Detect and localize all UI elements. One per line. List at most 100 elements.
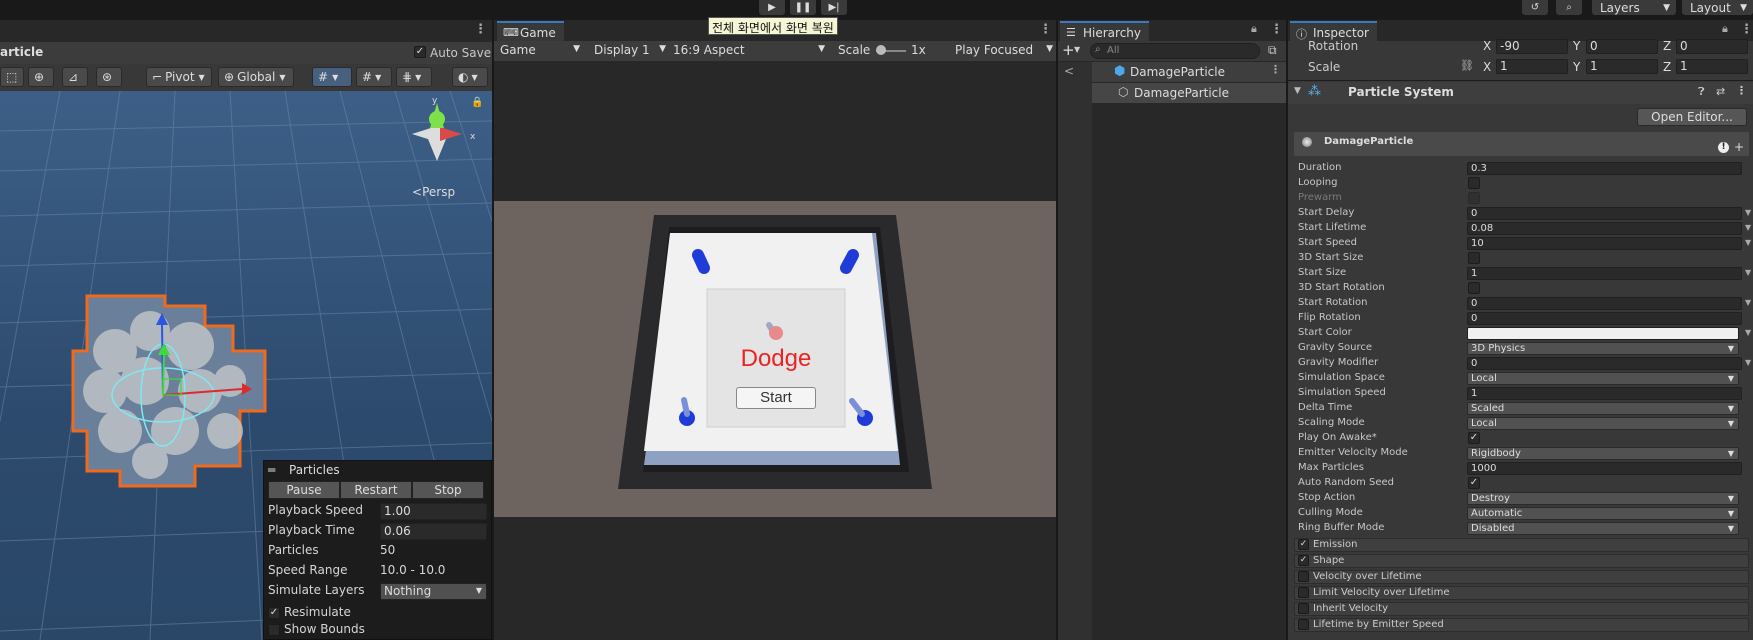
increment-snap-button[interactable]: ⋕ ▼ [396,67,432,87]
prop-value-field[interactable]: 0 [1467,312,1742,325]
lock-icon[interactable]: 🔒︎ [1722,22,1728,36]
scale-slider-thumb[interactable] [876,45,886,55]
orientation-gizmo[interactable] [412,103,462,161]
prop-value-field[interactable]: 0 [1467,357,1742,370]
scale-y-field[interactable]: 1 [1586,59,1658,74]
tab-hierarchy[interactable]: ☰ Hierarchy [1060,21,1150,41]
module-checkbox[interactable]: ✓ [1298,555,1309,566]
module-checkbox[interactable] [1298,571,1309,582]
component-menu-icon[interactable]: ⋮ [1736,84,1747,97]
layout-dropdown[interactable]: Layout ▼ [1682,0,1753,15]
module-checkbox[interactable]: ✓ [1298,539,1309,550]
game-view[interactable]: Dodge Start [494,201,1056,517]
axis-tool-icon[interactable]: ⊿ [62,67,88,87]
auto-save-checkbox[interactable]: ✓ [414,46,426,58]
start-button[interactable]: Start [736,387,816,409]
module-row[interactable]: Lifetime by Emitter Speed [1294,618,1749,632]
prop-dropdown[interactable]: Disabled ▼ [1467,522,1739,535]
prop-checkbox[interactable] [1468,177,1480,189]
shading-mode-button[interactable]: ◐ ▼ [452,67,488,87]
layers-dropdown[interactable]: Layers ▼ [1592,0,1676,15]
scene-menu-icon[interactable]: ⋮ [474,22,487,37]
global-dropdown[interactable]: ⊕ Global ▼ [218,67,294,87]
module-row[interactable]: ✓ Emission [1294,538,1749,552]
transform-tool-icon[interactable]: ⊕ [28,67,54,87]
curve-mode-chevron-icon[interactable]: ▼ [1745,328,1751,337]
preset-icon[interactable]: ⇄ [1716,85,1725,98]
show-bounds-checkbox[interactable] [268,624,280,636]
search-button[interactable]: ⌕ [1556,0,1582,15]
back-icon[interactable]: < [1064,64,1074,78]
inspector-menu-icon[interactable]: ⋮ [1740,22,1753,37]
prop-checkbox[interactable]: ✓ [1468,432,1480,444]
scale-x-field[interactable]: 1 [1496,59,1568,74]
persp-label[interactable]: <Persp [412,185,455,199]
add-icon[interactable]: + [1062,41,1075,59]
search-filter-icon[interactable]: ⧉ [1268,43,1277,58]
prop-dropdown[interactable]: Local ▼ [1467,417,1739,430]
prop-value-field[interactable]: 0.3 [1467,162,1742,175]
prop-dropdown[interactable]: 3D Physics ▼ [1467,342,1739,355]
prop-checkbox[interactable]: ✓ [1468,477,1480,489]
prop-checkbox[interactable] [1468,192,1480,204]
prop-value-field[interactable]: 10 [1467,237,1742,250]
help-icon[interactable]: ❓︎ [1698,85,1705,99]
prop-value-field[interactable]: 1 [1467,387,1742,400]
prop-dropdown[interactable]: Local ▼ [1467,372,1739,385]
play-focused-dropdown[interactable]: Play Focused ▼ [951,41,1057,61]
prop-value-field[interactable]: 1000 [1467,462,1742,475]
prop-value-field[interactable]: 0 [1467,297,1742,310]
rect-tool-icon[interactable]: ⬚ [0,67,24,87]
foldout-icon[interactable]: ▼ [1294,86,1301,96]
module-row[interactable]: Velocity over Lifetime [1294,570,1749,584]
prop-value-field[interactable]: 0 [1467,207,1742,220]
hierarchy-search-input[interactable]: ⌕ All [1090,43,1260,59]
add-module-icon[interactable]: + [1734,140,1744,154]
scale-z-field[interactable]: 1 [1676,59,1748,74]
snap-tool-icon[interactable]: ⊛ [96,67,122,87]
tab-game[interactable]: ⌨ Game [497,21,564,41]
resimulate-checkbox[interactable]: ✓ [268,607,280,619]
restart-particles-button[interactable]: Restart [340,481,412,499]
particle-system-header[interactable]: ▼ ⁂ Particle System ❓︎ ⇄ ⋮ [1288,82,1753,104]
grid-visibility-button[interactable]: # ▼ [356,67,392,87]
row-menu-icon[interactable]: ⋮ [1270,63,1281,76]
prop-dropdown[interactable]: Automatic ▼ [1467,507,1739,520]
prop-color-field[interactable] [1467,327,1739,340]
history-button[interactable]: ↺ [1522,0,1548,15]
lock-icon[interactable]: 🔒︎ [1251,22,1257,36]
curve-mode-chevron-icon[interactable]: ▼ [1745,208,1751,217]
hierarchy-root-row[interactable]: ⬢ DamageParticle ⋮ [1092,62,1286,82]
playback-speed-field[interactable]: 1.00 [380,503,487,520]
rotation-z-field[interactable]: 0 [1676,39,1748,54]
hierarchy-menu-icon[interactable]: ⋮ [1270,22,1283,37]
pause-particles-button[interactable]: Pause [268,481,340,499]
curve-mode-chevron-icon[interactable]: ▼ [1745,358,1751,367]
play-button[interactable]: ▶ [759,0,785,15]
prop-value-field[interactable]: 1 [1467,267,1742,280]
pivot-dropdown[interactable]: ⌐ Pivot ▼ [146,67,212,87]
rotation-y-field[interactable]: 0 [1586,39,1658,54]
module-checkbox[interactable] [1298,619,1309,630]
module-row[interactable]: Inherit Velocity [1294,602,1749,616]
rotation-x-field[interactable]: -90 [1496,39,1568,54]
game-menu-icon[interactable]: ⋮ [1039,22,1052,37]
stop-particles-button[interactable]: Stop [412,481,484,499]
prop-dropdown[interactable]: Scaled ▼ [1467,402,1739,415]
hierarchy-child-row[interactable]: ⬡ DamageParticle [1092,83,1286,103]
curve-mode-chevron-icon[interactable]: ▼ [1745,268,1751,277]
curve-mode-chevron-icon[interactable]: ▼ [1745,298,1751,307]
curve-mode-chevron-icon[interactable]: ▼ [1745,238,1751,247]
prop-dropdown[interactable]: Destroy ▼ [1467,492,1739,505]
playback-time-field[interactable]: 0.06 [380,523,487,540]
display-dropdown[interactable]: Display 1 ▼ [590,41,670,61]
prop-checkbox[interactable] [1468,282,1480,294]
drag-handle-icon[interactable]: ═ [268,463,275,477]
module-checkbox[interactable] [1298,587,1309,598]
simulate-layers-dropdown[interactable]: Nothing ▼ [380,583,487,600]
curve-mode-chevron-icon[interactable]: ▼ [1745,223,1751,232]
module-checkbox[interactable] [1298,603,1309,614]
module-row[interactable]: ✓ Shape [1294,554,1749,568]
step-button[interactable]: ▶| [821,0,847,15]
prop-dropdown[interactable]: Rigidbody ▼ [1467,447,1739,460]
